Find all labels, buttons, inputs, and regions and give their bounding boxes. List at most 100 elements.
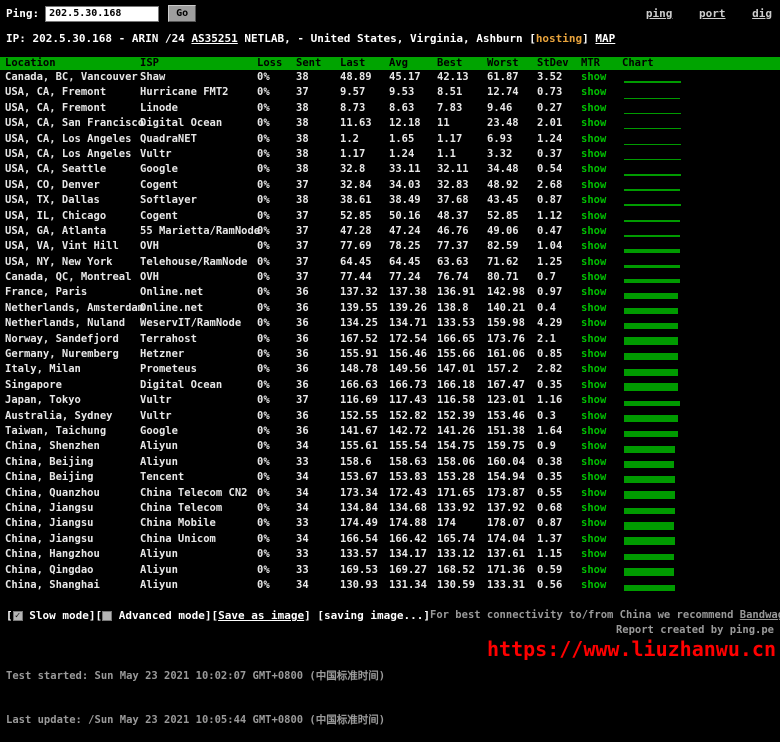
loss-cell: 0% xyxy=(257,132,296,147)
last-cell: 116.69 xyxy=(340,393,389,408)
chart-cell xyxy=(622,518,780,531)
map-link[interactable]: MAP xyxy=(595,32,615,45)
mtr-show-link[interactable]: show xyxy=(581,286,606,298)
bandwagonhost-link[interactable]: BandwagonHost xyxy=(740,609,780,621)
chart-cell xyxy=(622,148,780,161)
mtr-show-link[interactable]: show xyxy=(581,86,606,98)
chart-cell xyxy=(622,271,780,284)
chart-cell xyxy=(622,133,780,146)
mtr-show-link[interactable]: show xyxy=(581,133,606,145)
mtr-cell: show xyxy=(581,347,622,362)
mtr-show-link[interactable]: show xyxy=(581,394,606,406)
stdev-cell: 2.68 xyxy=(537,178,581,193)
mtr-show-link[interactable]: show xyxy=(581,440,606,452)
mtr-show-link[interactable]: show xyxy=(581,456,606,468)
worst-cell: 174.04 xyxy=(487,532,537,547)
mtr-show-link[interactable]: show xyxy=(581,564,606,576)
worst-cell: 153.46 xyxy=(487,409,537,424)
ping-chart-bar xyxy=(624,522,674,530)
col-header-stdev: StDev xyxy=(537,57,581,70)
table-row: USA, CA, San Francisco Digital Ocean 0% … xyxy=(0,116,780,131)
isp-cell: China Telecom xyxy=(140,501,257,516)
avg-cell: 153.83 xyxy=(389,470,437,485)
mtr-show-link[interactable]: show xyxy=(581,579,606,591)
mtr-show-link[interactable]: show xyxy=(581,148,606,160)
ping-chart-bar xyxy=(624,476,675,483)
mtr-show-link[interactable]: show xyxy=(581,548,606,560)
nav-link-dig[interactable]: dig xyxy=(752,7,772,20)
mtr-show-link[interactable]: show xyxy=(581,487,606,499)
sent-cell: 36 xyxy=(296,347,340,362)
avg-cell: 137.38 xyxy=(389,285,437,300)
mtr-show-link[interactable]: show xyxy=(581,410,606,422)
last-update-line: Last update: /Sun May 23 2021 10:05:44 G… xyxy=(6,713,780,728)
avg-cell: 12.18 xyxy=(389,116,437,131)
mtr-show-link[interactable]: show xyxy=(581,363,606,375)
asn-link[interactable]: AS35251 xyxy=(191,32,237,45)
mtr-show-link[interactable]: show xyxy=(581,179,606,191)
stdev-cell: 1.16 xyxy=(537,393,581,408)
mtr-cell: show xyxy=(581,563,622,578)
worst-cell: 71.62 xyxy=(487,255,537,270)
last-cell: 139.55 xyxy=(340,301,389,316)
best-cell: 165.74 xyxy=(437,532,487,547)
sent-cell: 37 xyxy=(296,85,340,100)
ping-chart-bar xyxy=(624,585,675,591)
mtr-show-link[interactable]: show xyxy=(581,533,606,545)
mtr-cell: show xyxy=(581,147,622,162)
mtr-show-link[interactable]: show xyxy=(581,240,606,252)
mtr-show-link[interactable]: show xyxy=(581,317,606,329)
mtr-show-link[interactable]: show xyxy=(581,471,606,483)
mtr-show-link[interactable]: show xyxy=(581,256,606,268)
last-cell: 174.49 xyxy=(340,516,389,531)
last-cell: 167.52 xyxy=(340,332,389,347)
ping-input[interactable] xyxy=(45,6,159,22)
nav-link-ping[interactable]: ping xyxy=(646,7,673,20)
best-cell: 130.59 xyxy=(437,578,487,593)
mtr-show-link[interactable]: show xyxy=(581,163,606,175)
worst-cell: 61.87 xyxy=(487,70,537,85)
mtr-cell: show xyxy=(581,85,622,100)
best-cell: 154.75 xyxy=(437,439,487,454)
mtr-show-link[interactable]: show xyxy=(581,210,606,222)
mtr-show-link[interactable]: show xyxy=(581,271,606,283)
loss-cell: 0% xyxy=(257,362,296,377)
mtr-show-link[interactable]: show xyxy=(581,517,606,529)
ping-chart-bar xyxy=(624,98,680,99)
mtr-show-link[interactable]: show xyxy=(581,102,606,114)
isp-cell: OVH xyxy=(140,239,257,254)
mtr-show-link[interactable]: show xyxy=(581,425,606,437)
mtr-show-link[interactable]: show xyxy=(581,379,606,391)
advanced-mode-checkbox[interactable] xyxy=(102,611,112,621)
avg-cell: 149.56 xyxy=(389,362,437,377)
mtr-show-link[interactable]: show xyxy=(581,117,606,129)
mtr-cell: show xyxy=(581,424,622,439)
avg-cell: 134.17 xyxy=(389,547,437,562)
loss-cell: 0% xyxy=(257,239,296,254)
last-cell: 52.85 xyxy=(340,209,389,224)
table-row: China, Beijing Tencent 0% 34 153.67 153.… xyxy=(0,470,780,485)
table-header: LocationISPLossSentLastAvgBestWorstStDev… xyxy=(0,57,780,70)
slow-mode-checkbox[interactable]: ✓ xyxy=(13,611,23,621)
table-row: Italy, Milan Prometeus 0% 36 148.78 149.… xyxy=(0,362,780,377)
last-cell: 77.44 xyxy=(340,270,389,285)
mtr-show-link[interactable]: show xyxy=(581,225,606,237)
mtr-show-link[interactable]: show xyxy=(581,333,606,345)
location-cell: Japan, Tokyo xyxy=(5,393,140,408)
loss-cell: 0% xyxy=(257,116,296,131)
mtr-show-link[interactable]: show xyxy=(581,502,606,514)
loss-cell: 0% xyxy=(257,162,296,177)
ping-chart-bar xyxy=(624,265,680,268)
save-as-image-link[interactable]: Save as image xyxy=(218,609,304,622)
ping-chart-bar xyxy=(624,159,681,160)
mtr-show-link[interactable]: show xyxy=(581,348,606,360)
sent-cell: 34 xyxy=(296,439,340,454)
mtr-show-link[interactable]: show xyxy=(581,194,606,206)
location-cell: USA, CO, Denver xyxy=(5,178,140,193)
nav-link-port[interactable]: port xyxy=(699,7,726,20)
mtr-show-link[interactable]: show xyxy=(581,302,606,314)
mtr-show-link[interactable]: show xyxy=(581,71,606,83)
worst-cell: 159.75 xyxy=(487,439,537,454)
go-button[interactable]: Go xyxy=(168,5,196,22)
mtr-cell: show xyxy=(581,70,622,85)
